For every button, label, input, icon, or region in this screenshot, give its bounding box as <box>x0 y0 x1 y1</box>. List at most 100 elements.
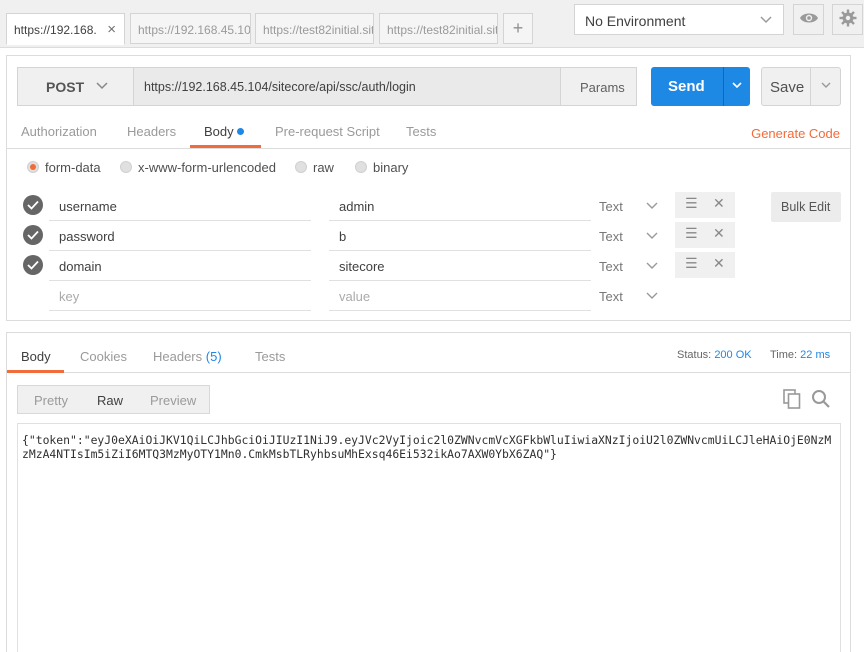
type-label: Text <box>599 259 623 274</box>
tab-label: https://192.168.45.104 <box>138 23 251 37</box>
type-select[interactable]: Text <box>599 259 659 274</box>
tab-response-headers[interactable]: Headers (5) <box>153 349 222 364</box>
url-input[interactable]: https://192.168.45.104/sitecore/api/ssc/… <box>134 68 560 105</box>
eye-icon <box>799 11 819 28</box>
check-icon[interactable] <box>23 255 43 275</box>
mode-raw[interactable]: raw <box>295 160 334 175</box>
time-label: Time: <box>770 349 798 361</box>
tab-pre-request-script[interactable]: Pre-request Script <box>275 124 380 139</box>
request-tab-1[interactable]: https://192.168. × <box>6 13 125 45</box>
view-preview[interactable]: Preview <box>150 393 196 408</box>
tab-tests[interactable]: Tests <box>406 124 436 139</box>
chevron-down-icon <box>820 79 832 94</box>
status-label: Status: <box>677 349 712 361</box>
mode-x-www-form-urlencoded[interactable]: x-www-form-urlencoded <box>120 160 276 175</box>
view-raw[interactable]: Raw <box>97 393 123 408</box>
response-body-text[interactable]: {"token":"eyJ0eXAiOiJKV1QiLCJhbGciOiJIUz… <box>17 423 841 652</box>
modified-dot-icon <box>236 128 244 135</box>
send-button[interactable]: Send <box>651 67 750 106</box>
manage-environments-button[interactable] <box>832 4 863 35</box>
params-button[interactable]: Params <box>560 68 636 105</box>
chevron-down-icon <box>645 228 659 245</box>
tab-cookies[interactable]: Cookies <box>80 349 127 364</box>
status-value: 200 OK <box>714 349 752 361</box>
drag-handle-icon[interactable]: ☰ <box>685 225 698 242</box>
type-select[interactable]: Text <box>599 289 659 304</box>
chevron-down-icon <box>645 288 659 305</box>
type-label: Text <box>599 229 623 244</box>
mode-binary[interactable]: binary <box>355 160 408 175</box>
delete-icon[interactable]: ✕ <box>713 195 725 212</box>
check-icon[interactable] <box>23 195 43 215</box>
form-row-new: key value Text <box>19 282 739 312</box>
save-button[interactable]: Save <box>761 67 841 106</box>
value-field[interactable]: sitecore <box>329 252 591 281</box>
new-key-input[interactable]: key <box>49 282 311 311</box>
value-field[interactable]: admin <box>329 192 591 221</box>
save-label: Save <box>770 79 805 96</box>
delete-icon[interactable]: ✕ <box>713 255 725 272</box>
request-tab-4[interactable]: https://test82initial.sit <box>379 13 498 44</box>
close-icon[interactable]: × <box>107 21 116 38</box>
time-readout: Time: 22 ms <box>770 349 830 361</box>
radio-icon <box>355 161 367 173</box>
response-tabs: Body Cookies Headers (5) Tests Status: 2… <box>7 333 850 373</box>
request-tab-2[interactable]: https://192.168.45.104 <box>130 13 251 44</box>
value-field[interactable]: b <box>329 222 591 251</box>
environment-select[interactable]: No Environment <box>574 4 784 35</box>
save-options-button[interactable] <box>810 68 841 105</box>
key-field[interactable]: username <box>49 192 311 221</box>
copy-icon[interactable] <box>783 389 801 412</box>
row-actions: ☰ ✕ <box>675 222 735 248</box>
send-label: Send <box>668 78 705 95</box>
form-row: username admin Text ☰ ✕ <box>19 192 739 222</box>
tab-headers[interactable]: Headers <box>127 124 176 139</box>
mode-label: raw <box>313 160 334 175</box>
url-bar: POST https://192.168.45.104/sitecore/api… <box>17 67 637 106</box>
tab-label: https://test82initial.sit <box>263 23 374 37</box>
mode-form-data[interactable]: form-data <box>27 160 101 175</box>
type-select[interactable]: Text <box>599 229 659 244</box>
drag-handle-icon[interactable]: ☰ <box>685 255 698 272</box>
tab-label: https://192.168. <box>14 23 97 37</box>
row-actions: ☰ ✕ <box>675 192 735 218</box>
type-label: Text <box>599 289 623 304</box>
request-tabs: Authorization Headers Body Pre-request S… <box>7 116 850 149</box>
mode-label: form-data <box>45 160 101 175</box>
radio-icon <box>120 161 132 173</box>
view-pretty[interactable]: Pretty <box>34 393 68 408</box>
add-tab-button[interactable]: + <box>503 13 533 44</box>
tab-headers-label: Headers <box>153 349 203 364</box>
check-icon[interactable] <box>23 225 43 245</box>
generate-code-link[interactable]: Generate Code <box>751 126 840 141</box>
tab-body-label: Body <box>204 124 234 139</box>
status-readout: Status: 200 OK <box>677 349 752 361</box>
drag-handle-icon[interactable]: ☰ <box>685 195 698 212</box>
tab-authorization[interactable]: Authorization <box>21 124 97 139</box>
headers-count-badge: (5) <box>205 349 222 364</box>
active-tab-indicator <box>190 145 261 148</box>
type-select[interactable]: Text <box>599 199 659 214</box>
delete-icon[interactable]: ✕ <box>713 225 725 242</box>
active-tab-indicator <box>7 370 64 373</box>
send-options-button[interactable] <box>723 67 750 106</box>
tab-label: https://test82initial.sit <box>387 23 498 37</box>
request-tab-3[interactable]: https://test82initial.sit <box>255 13 374 44</box>
key-field[interactable]: domain <box>49 252 311 281</box>
radio-selected-icon <box>27 161 39 173</box>
radio-icon <box>295 161 307 173</box>
chevron-down-icon <box>759 12 773 29</box>
key-field[interactable]: password <box>49 222 311 251</box>
chevron-down-icon <box>645 198 659 215</box>
row-actions: ☰ ✕ <box>675 252 735 278</box>
environment-quick-look-button[interactable] <box>793 4 824 35</box>
tab-response-body[interactable]: Body <box>21 349 51 364</box>
method-select[interactable]: POST <box>18 68 134 105</box>
bulk-edit-button[interactable]: Bulk Edit <box>771 192 841 222</box>
tab-response-tests[interactable]: Tests <box>255 349 285 364</box>
search-icon[interactable] <box>811 389 831 412</box>
type-label: Text <box>599 199 623 214</box>
tab-body[interactable]: Body <box>204 124 244 139</box>
new-value-input[interactable]: value <box>329 282 591 311</box>
tab-bar: https://192.168. × https://192.168.45.10… <box>0 0 864 48</box>
